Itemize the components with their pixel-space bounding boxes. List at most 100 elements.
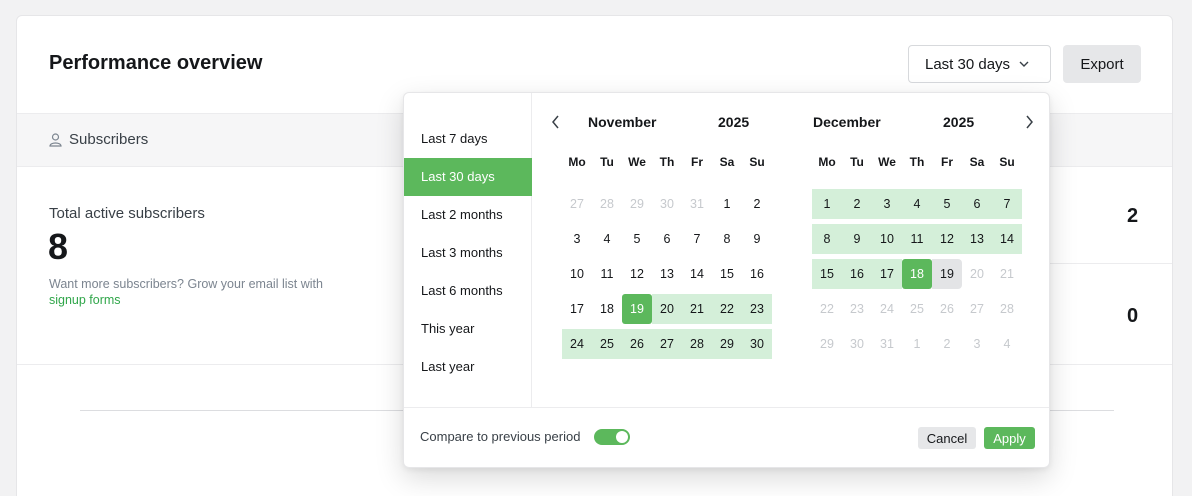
cancel-button[interactable]: Cancel: [918, 427, 976, 449]
preset-option[interactable]: Last 6 months: [404, 272, 532, 310]
calendar-day[interactable]: 6: [652, 224, 682, 254]
calendar-day[interactable]: 16: [742, 259, 772, 289]
calendar-day: 30: [660, 197, 674, 211]
calendar-day[interactable]: 2: [842, 189, 872, 219]
preset-option[interactable]: Last 2 months: [404, 196, 532, 234]
calendar-day[interactable]: 18: [592, 294, 622, 324]
year-select[interactable]: 2025: [718, 114, 749, 130]
weekday-label: Th: [659, 155, 675, 169]
calendar-day[interactable]: 8: [712, 224, 742, 254]
calendar-day[interactable]: 5: [932, 189, 962, 219]
month-select[interactable]: December: [813, 114, 881, 130]
calendar-day[interactable]: 6: [962, 189, 992, 219]
preset-option[interactable]: Last 7 days: [404, 120, 532, 158]
calendar-day: 31: [690, 197, 704, 211]
calendar-day[interactable]: 16: [842, 259, 872, 289]
calendar-day[interactable]: 1: [712, 189, 742, 219]
calendar-day[interactable]: 8: [812, 224, 842, 254]
calendar-day[interactable]: 23: [742, 294, 772, 324]
calendar-day[interactable]: 21: [682, 294, 712, 324]
grow-list-text: Want more subscribers? Grow your email l…: [49, 277, 323, 291]
calendar-day: 4: [1003, 337, 1011, 351]
calendar-day[interactable]: 12: [932, 224, 962, 254]
weekday-label: We: [878, 155, 896, 169]
apply-button[interactable]: Apply: [984, 427, 1035, 449]
calendar-day[interactable]: 30: [742, 329, 772, 359]
calendar-day[interactable]: 7: [992, 189, 1022, 219]
signup-forms-link[interactable]: signup forms: [49, 293, 121, 307]
calendar-day[interactable]: 5: [622, 224, 652, 254]
compare-label: Compare to previous period: [420, 429, 581, 444]
calendar-day[interactable]: 4: [902, 189, 932, 219]
calendar-day[interactable]: 12: [622, 259, 652, 289]
chevron-right-icon: [1025, 115, 1033, 129]
calendar-day[interactable]: 15: [712, 259, 742, 289]
weekday-label: Sa: [719, 155, 735, 169]
calendar-day[interactable]: 26: [622, 329, 652, 359]
total-subscribers-value: 8: [48, 226, 69, 267]
calendar-day[interactable]: 27: [652, 329, 682, 359]
calendar-day[interactable]: 19: [932, 259, 962, 289]
calendar-day[interactable]: 9: [842, 224, 872, 254]
divider: [1050, 263, 1172, 264]
calendar-day[interactable]: 17: [562, 294, 592, 324]
prev-month-button[interactable]: [548, 113, 562, 131]
calendar-day[interactable]: 18: [902, 259, 932, 289]
preset-option[interactable]: Last 3 months: [404, 234, 532, 272]
date-range-button[interactable]: Last 30 days: [908, 45, 1051, 83]
calendar-day[interactable]: 10: [562, 259, 592, 289]
calendar-day[interactable]: 14: [682, 259, 712, 289]
tab-subscribers[interactable]: Subscribers: [49, 131, 148, 148]
calendar-day[interactable]: 2: [742, 189, 772, 219]
calendar-day[interactable]: 14: [992, 224, 1022, 254]
month-select[interactable]: November: [588, 114, 656, 130]
calendar-day[interactable]: 15: [812, 259, 842, 289]
date-range-dropdown: Last 7 days Last 30 days Last 2 months Last…: [403, 92, 1050, 468]
calendar-day[interactable]: 9: [742, 224, 772, 254]
calendar-day[interactable]: 11: [902, 224, 932, 254]
calendar-day[interactable]: 3: [562, 224, 592, 254]
calendar-day[interactable]: 20: [652, 294, 682, 324]
calendar-day[interactable]: 1: [812, 189, 842, 219]
side-stat-value-2: 0: [1127, 305, 1139, 327]
export-button[interactable]: Export: [1063, 45, 1141, 83]
calendar-day: 29: [630, 197, 644, 211]
calendar-day: 27: [970, 302, 984, 316]
calendar-day: 20: [970, 267, 984, 281]
calendar-day[interactable]: 4: [592, 224, 622, 254]
weekday-label: Th: [909, 155, 925, 169]
weekday-label: Fr: [691, 155, 703, 169]
calendar-day[interactable]: 10: [872, 224, 902, 254]
calendar-day: 31: [880, 337, 894, 351]
calendar-day[interactable]: 29: [712, 329, 742, 359]
calendar-day[interactable]: 3: [872, 189, 902, 219]
tab-subscribers-label: Subscribers: [69, 131, 149, 148]
calendar-day[interactable]: 22: [712, 294, 742, 324]
calendar-day[interactable]: 13: [962, 224, 992, 254]
calendar-day: 28: [600, 197, 614, 211]
calendar-day[interactable]: 17: [872, 259, 902, 289]
calendar-day: 30: [850, 337, 864, 351]
page-title: Performance overview: [49, 52, 263, 74]
calendar-day[interactable]: 24: [562, 329, 592, 359]
calendar-day: 25: [910, 302, 924, 316]
weekday-label: Tu: [600, 155, 614, 169]
next-month-button[interactable]: [1022, 113, 1036, 131]
calendar-day: 22: [820, 302, 834, 316]
calendar-day[interactable]: 13: [652, 259, 682, 289]
year-select[interactable]: 2025: [943, 114, 974, 130]
weekday-label: Su: [749, 155, 765, 169]
calendar-day[interactable]: 11: [592, 259, 622, 289]
preset-option[interactable]: This year: [404, 310, 532, 348]
user-icon: [49, 132, 62, 147]
calendar-day[interactable]: 25: [592, 329, 622, 359]
chevron-down-icon: [1019, 61, 1029, 67]
calendar-day[interactable]: 28: [682, 329, 712, 359]
compare-toggle[interactable]: [594, 429, 630, 445]
calendar-day: 24: [880, 302, 894, 316]
preset-option[interactable]: Last year: [404, 348, 532, 386]
preset-option[interactable]: Last 30 days: [404, 158, 532, 196]
calendar-day[interactable]: 19: [622, 294, 652, 324]
calendar-day: 2: [943, 337, 951, 351]
calendar-day[interactable]: 7: [682, 224, 712, 254]
